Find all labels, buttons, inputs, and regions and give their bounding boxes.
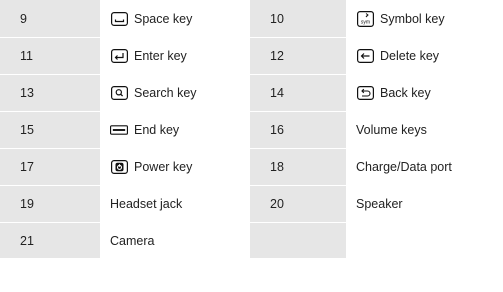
item-number: 17 bbox=[0, 148, 100, 186]
symbol-icon: sym bbox=[356, 10, 374, 27]
enter-icon bbox=[110, 48, 128, 64]
item-label-cell: End key bbox=[100, 111, 250, 149]
item-number: 16 bbox=[250, 111, 346, 149]
svg-text:sym: sym bbox=[360, 19, 369, 25]
table-row: 15 End key 16 Volume keys bbox=[0, 111, 503, 149]
end-icon bbox=[110, 122, 128, 138]
item-label-cell: Speaker bbox=[346, 185, 503, 223]
item-label: Enter key bbox=[134, 49, 187, 63]
item-number bbox=[250, 222, 346, 259]
item-label-cell: Camera bbox=[100, 222, 250, 259]
item-label-cell: sym Symbol key bbox=[346, 0, 503, 38]
item-number: 20 bbox=[250, 185, 346, 223]
item-number: 21 bbox=[0, 222, 100, 259]
item-label: Back key bbox=[380, 86, 431, 100]
item-label-cell: Space key bbox=[100, 0, 250, 38]
item-number: 14 bbox=[250, 74, 346, 112]
table-row: 11 Enter key 12 Delete key bbox=[0, 37, 503, 75]
item-label-cell: Headset jack bbox=[100, 185, 250, 223]
item-label-cell bbox=[346, 222, 503, 259]
table-row: 21 Camera bbox=[0, 222, 503, 259]
delete-icon bbox=[356, 48, 374, 64]
item-number: 19 bbox=[0, 185, 100, 223]
item-label: Charge/Data port bbox=[356, 160, 452, 174]
item-number: 10 bbox=[250, 0, 346, 38]
power-icon bbox=[110, 159, 128, 175]
item-number: 18 bbox=[250, 148, 346, 186]
item-label-cell: Search key bbox=[100, 74, 250, 112]
item-label: Speaker bbox=[356, 197, 403, 211]
item-label: Search key bbox=[134, 86, 197, 100]
item-number: 15 bbox=[0, 111, 100, 149]
item-number: 9 bbox=[0, 0, 100, 38]
item-label: Symbol key bbox=[380, 11, 445, 26]
table-row: 13 Search key 14 Back key bbox=[0, 74, 503, 112]
back-icon bbox=[356, 85, 374, 101]
item-label: Power key bbox=[134, 160, 193, 174]
item-label-cell: Delete key bbox=[346, 37, 503, 75]
item-label-cell: Enter key bbox=[100, 37, 250, 75]
item-label: Space key bbox=[134, 11, 193, 26]
space-icon bbox=[110, 11, 128, 27]
item-label: Delete key bbox=[380, 49, 440, 63]
item-label-cell: Volume keys bbox=[346, 111, 503, 149]
key-legend-table: 9 Space key 10 sym Symbol key 11 Enter k… bbox=[0, 0, 503, 259]
table-row: 17 Power key 18 Charge/Data port bbox=[0, 148, 503, 186]
table-row: 19 Headset jack 20 Speaker bbox=[0, 185, 503, 223]
item-label-cell: Charge/Data port bbox=[346, 148, 503, 186]
item-label-cell: Back key bbox=[346, 74, 503, 112]
item-number: 11 bbox=[0, 37, 100, 75]
item-label: Camera bbox=[110, 233, 155, 248]
table-row: 9 Space key 10 sym Symbol key bbox=[0, 0, 503, 38]
item-number: 13 bbox=[0, 74, 100, 112]
item-label: Headset jack bbox=[110, 197, 183, 211]
item-number: 12 bbox=[250, 37, 346, 75]
item-label: Volume keys bbox=[356, 123, 427, 137]
search-icon bbox=[110, 85, 128, 101]
item-label: End key bbox=[134, 123, 180, 137]
item-label-cell: Power key bbox=[100, 148, 250, 186]
